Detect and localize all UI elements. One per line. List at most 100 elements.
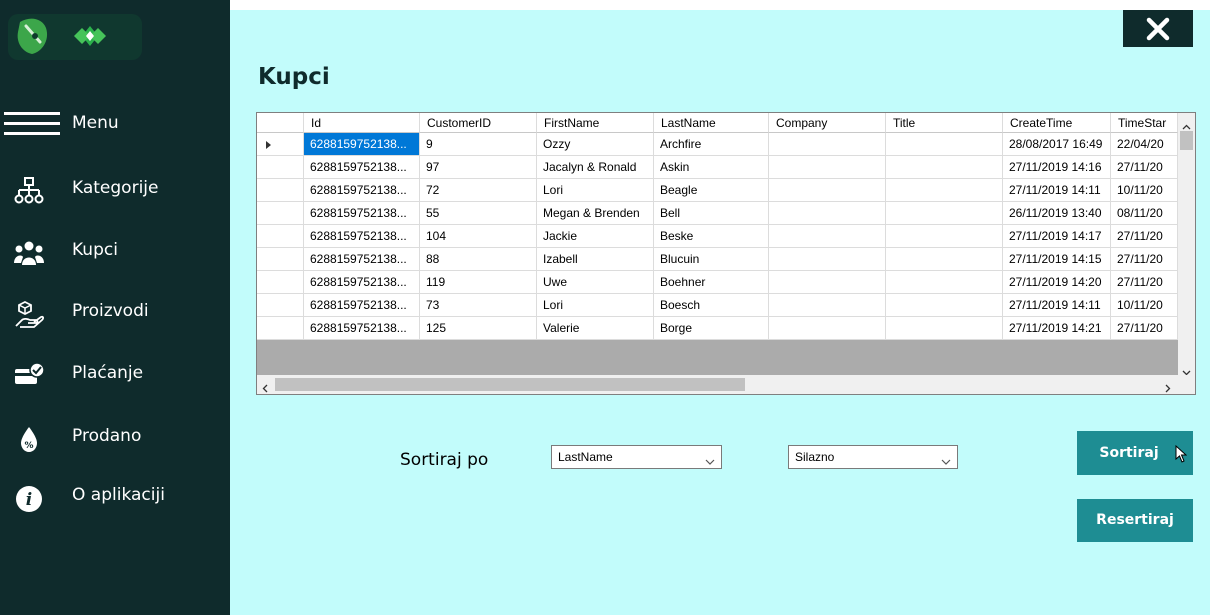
cell-title[interactable] xyxy=(886,225,1003,248)
cell-company[interactable] xyxy=(769,156,886,179)
cell-title[interactable] xyxy=(886,156,1003,179)
cell-title[interactable] xyxy=(886,294,1003,317)
cell-createtime[interactable]: 27/11/2019 14:16 xyxy=(1003,156,1111,179)
row-header[interactable] xyxy=(257,248,304,271)
horizontal-scrollbar[interactable] xyxy=(257,375,1178,394)
cell-id[interactable]: 6288159752138... xyxy=(304,294,420,317)
cell-id[interactable]: 6288159752138... xyxy=(304,179,420,202)
cell-timestart[interactable]: 10/11/20 xyxy=(1111,179,1178,202)
table-row[interactable]: 6288159752138... 119 Uwe Boehner 27/11/2019 … xyxy=(257,271,1179,294)
cell-title[interactable] xyxy=(886,271,1003,294)
column-header-createtime[interactable]: CreateTime xyxy=(1003,113,1111,133)
cell-firstname[interactable]: Izabell xyxy=(537,248,654,271)
cell-id[interactable]: 6288159752138... xyxy=(304,248,420,271)
sidebar-item-placanje[interactable]: Plaćanje xyxy=(0,350,230,398)
column-header-title[interactable]: Title xyxy=(886,113,1003,133)
cell-firstname[interactable]: Megan & Brenden xyxy=(537,202,654,225)
cell-customerid[interactable]: 97 xyxy=(420,156,537,179)
row-header[interactable] xyxy=(257,179,304,202)
scroll-left-icon[interactable] xyxy=(262,380,268,394)
column-header-timestart[interactable]: TimeStar xyxy=(1111,113,1178,133)
cell-company[interactable] xyxy=(769,225,886,248)
table-row[interactable]: 6288159752138... 72 Lori Beagle 27/11/2019 1… xyxy=(257,179,1179,202)
sidebar-item-prodano[interactable]: % Prodano xyxy=(0,413,230,461)
row-header[interactable] xyxy=(257,202,304,225)
cell-timestart[interactable]: 27/11/20 xyxy=(1111,271,1178,294)
cell-lastname[interactable]: Askin xyxy=(654,156,769,179)
cell-id[interactable]: 6288159752138... xyxy=(304,317,420,340)
cell-createtime[interactable]: 26/11/2019 13:40 xyxy=(1003,202,1111,225)
cell-createtime[interactable]: 27/11/2019 14:11 xyxy=(1003,179,1111,202)
cell-lastname[interactable]: Boehner xyxy=(654,271,769,294)
cell-customerid[interactable]: 9 xyxy=(420,133,537,156)
cell-customerid[interactable]: 104 xyxy=(420,225,537,248)
cell-firstname[interactable]: Valerie xyxy=(537,317,654,340)
cell-title[interactable] xyxy=(886,248,1003,271)
row-header[interactable] xyxy=(257,271,304,294)
cell-id[interactable]: 6288159752138... xyxy=(304,133,420,156)
cell-createtime[interactable]: 27/11/2019 14:20 xyxy=(1003,271,1111,294)
cell-lastname[interactable]: Bell xyxy=(654,202,769,225)
horizontal-scroll-thumb[interactable] xyxy=(275,378,745,391)
scroll-right-icon[interactable] xyxy=(1165,380,1171,394)
cell-firstname[interactable]: Jacalyn & Ronald xyxy=(537,156,654,179)
cell-timestart[interactable]: 27/11/20 xyxy=(1111,248,1178,271)
reset-button[interactable]: Resertiraj xyxy=(1077,499,1193,542)
cell-timestart[interactable]: 27/11/20 xyxy=(1111,317,1178,340)
cell-id[interactable]: 6288159752138... xyxy=(304,156,420,179)
cell-firstname[interactable]: Ozzy xyxy=(537,133,654,156)
customers-grid[interactable]: Id CustomerID FirstName LastName Company… xyxy=(256,112,1196,395)
cell-lastname[interactable]: Blucuin xyxy=(654,248,769,271)
table-row[interactable]: 6288159752138... 9 Ozzy Archfire 28/08/2017 … xyxy=(257,133,1179,156)
cell-customerid[interactable]: 119 xyxy=(420,271,537,294)
cell-title[interactable] xyxy=(886,202,1003,225)
close-button[interactable] xyxy=(1123,10,1193,47)
cell-customerid[interactable]: 55 xyxy=(420,202,537,225)
vertical-scroll-thumb[interactable] xyxy=(1180,131,1193,150)
cell-company[interactable] xyxy=(769,294,886,317)
cell-customerid[interactable]: 72 xyxy=(420,179,537,202)
cell-id[interactable]: 6288159752138... xyxy=(304,202,420,225)
cell-timestart[interactable]: 27/11/20 xyxy=(1111,225,1178,248)
column-header-id[interactable]: Id xyxy=(304,113,420,133)
cell-customerid[interactable]: 125 xyxy=(420,317,537,340)
cell-lastname[interactable]: Borge xyxy=(654,317,769,340)
cell-title[interactable] xyxy=(886,133,1003,156)
cell-company[interactable] xyxy=(769,248,886,271)
cell-customerid[interactable]: 73 xyxy=(420,294,537,317)
cell-timestart[interactable]: 22/04/20 xyxy=(1111,133,1178,156)
column-header-firstname[interactable]: FirstName xyxy=(537,113,654,133)
column-header-company[interactable]: Company xyxy=(769,113,886,133)
cell-company[interactable] xyxy=(769,317,886,340)
table-row[interactable]: 6288159752138... 125 Valerie Borge 27/11/201… xyxy=(257,317,1179,340)
cell-lastname[interactable]: Beagle xyxy=(654,179,769,202)
cell-company[interactable] xyxy=(769,271,886,294)
cell-createtime[interactable]: 27/11/2019 14:15 xyxy=(1003,248,1111,271)
cell-timestart[interactable]: 27/11/20 xyxy=(1111,156,1178,179)
cell-createtime[interactable]: 27/11/2019 14:21 xyxy=(1003,317,1111,340)
cell-customerid[interactable]: 88 xyxy=(420,248,537,271)
row-header[interactable] xyxy=(257,156,304,179)
row-header[interactable] xyxy=(257,225,304,248)
cell-company[interactable] xyxy=(769,179,886,202)
menu-toggle[interactable]: Menu xyxy=(0,100,230,148)
table-row[interactable]: 6288159752138... 104 Jackie Beske 27/11/2019… xyxy=(257,225,1179,248)
cell-firstname[interactable]: Uwe xyxy=(537,271,654,294)
sort-button[interactable]: Sortiraj xyxy=(1077,431,1193,475)
cell-lastname[interactable]: Archfire xyxy=(654,133,769,156)
cell-id[interactable]: 6288159752138... xyxy=(304,271,420,294)
table-row[interactable]: 6288159752138... 73 Lori Boesch 27/11/2019 1… xyxy=(257,294,1179,317)
vertical-scrollbar[interactable] xyxy=(1178,113,1195,376)
sidebar-item-proizvodi[interactable]: Proizvodi xyxy=(0,288,230,336)
cell-title[interactable] xyxy=(886,179,1003,202)
sidebar-item-o-aplikaciji[interactable]: i O aplikaciji xyxy=(0,472,230,520)
row-header[interactable] xyxy=(257,317,304,340)
sidebar-item-kupci[interactable]: Kupci xyxy=(0,227,230,275)
sort-order-select[interactable]: Silazno xyxy=(788,445,958,469)
table-row[interactable]: 6288159752138... 97 Jacalyn & Ronald Askin 2… xyxy=(257,156,1179,179)
column-header-customerid[interactable]: CustomerID xyxy=(420,113,537,133)
cell-createtime[interactable]: 28/08/2017 16:49 xyxy=(1003,133,1111,156)
row-header[interactable] xyxy=(257,294,304,317)
table-row[interactable]: 6288159752138... 88 Izabell Blucuin 27/11/20… xyxy=(257,248,1179,271)
cell-timestart[interactable]: 08/11/20 xyxy=(1111,202,1178,225)
